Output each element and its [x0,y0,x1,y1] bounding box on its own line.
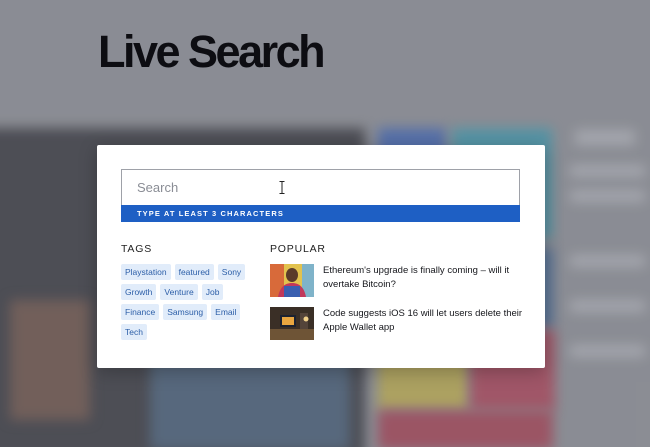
tag-list: Playstation featured Sony Growth Venture… [121,264,256,340]
tag-finance[interactable]: Finance [121,304,160,320]
popular-heading: POPULAR [270,243,326,255]
text-cursor-icon [279,181,285,194]
popular-list: Ethereum's upgrade is finally coming – w… [270,264,530,350]
tag-email[interactable]: Email [211,304,241,320]
tag-tech[interactable]: Tech [121,324,147,340]
tag-growth[interactable]: Growth [121,284,157,300]
popular-item-title[interactable]: Ethereum's upgrade is finally coming – w… [323,264,530,291]
tag-sony[interactable]: Sony [217,264,246,280]
man-portrait-thumbnail[interactable] [270,264,314,297]
page-title: Live Search [98,26,326,77]
popular-item[interactable]: Code suggests iOS 16 will let users dele… [270,307,530,341]
search-hint: TYPE AT LEAST 3 CHARACTERS [121,205,520,222]
tags-heading: TAGS [121,243,153,255]
tag-playstation[interactable]: Playstation [121,264,171,280]
search-box[interactable] [121,169,520,205]
tag-job[interactable]: Job [201,284,224,300]
popular-item-title[interactable]: Code suggests iOS 16 will let users dele… [323,307,530,334]
live-search-modal: TYPE AT LEAST 3 CHARACTERS TAGS POPULAR … [97,145,545,368]
search-input[interactable] [122,170,519,205]
tag-samsung[interactable]: Samsung [163,304,208,320]
room-screen-thumbnail[interactable] [270,307,314,340]
tag-featured[interactable]: featured [174,264,214,280]
tag-venture[interactable]: Venture [160,284,198,300]
popular-item[interactable]: Ethereum's upgrade is finally coming – w… [270,264,530,298]
